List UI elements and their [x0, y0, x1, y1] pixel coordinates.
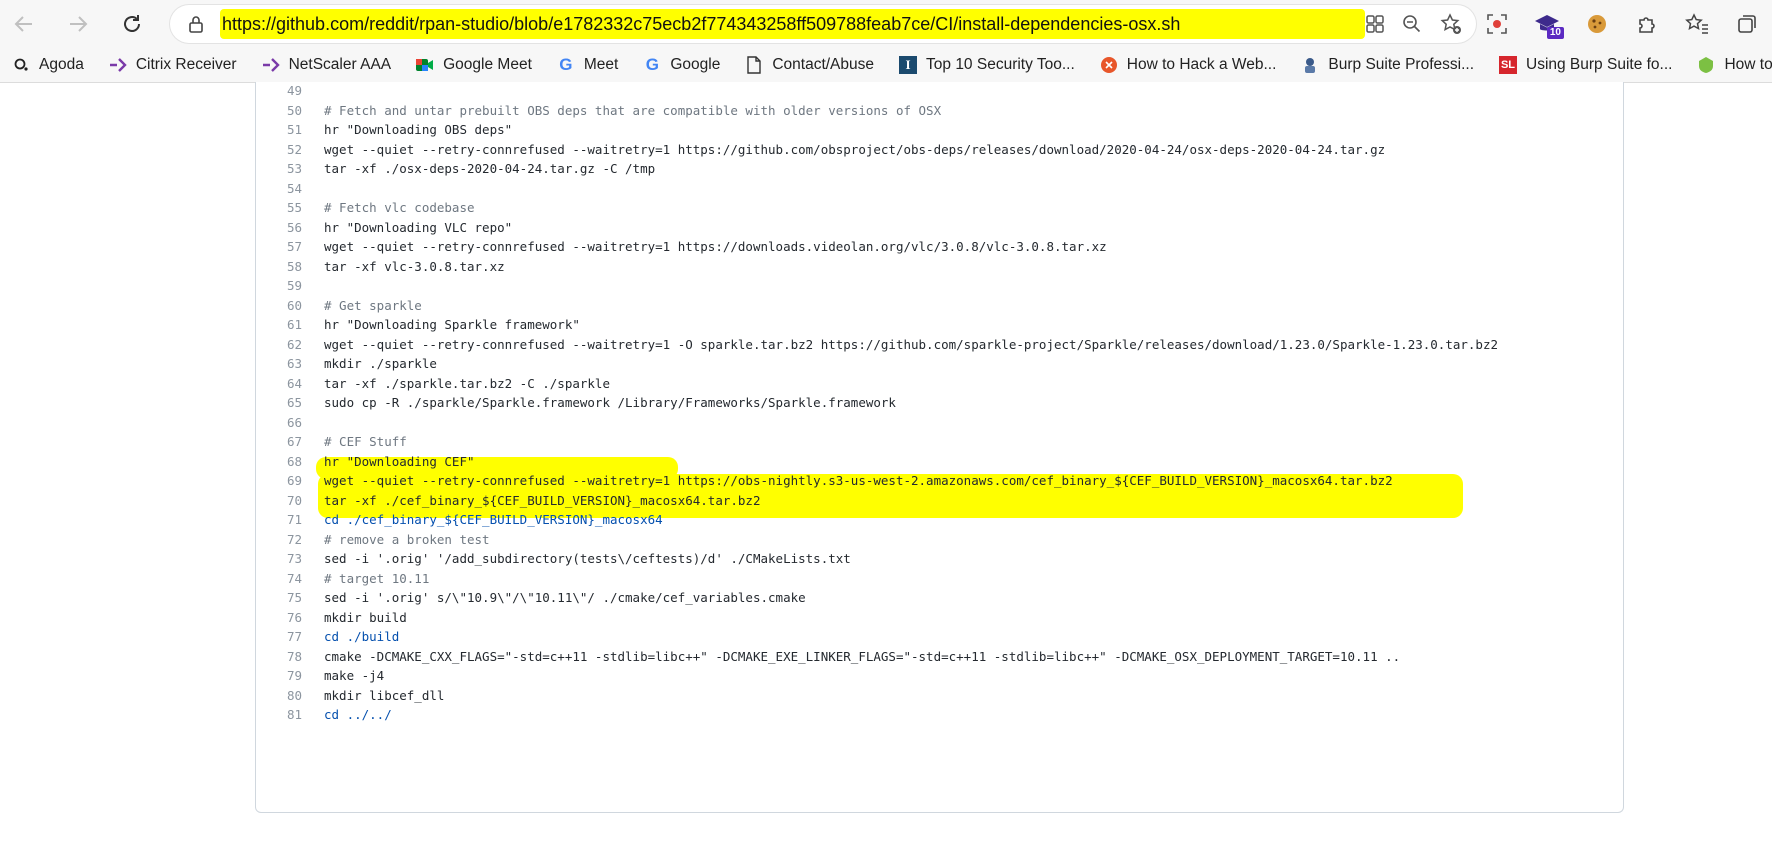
document-icon: [745, 56, 763, 74]
screen-capture-icon: [1487, 14, 1507, 34]
address-bar-actions: [1366, 5, 1462, 43]
bookmark-label: How to Create a Pe: [1724, 56, 1772, 73]
collections-button[interactable]: [1730, 7, 1764, 41]
agoda-icon: [12, 56, 30, 74]
reload-button[interactable]: [116, 8, 148, 40]
back-button[interactable]: [8, 8, 40, 40]
bookmark-using-burp[interactable]: SL Using Burp Suite fo...: [1487, 56, 1685, 74]
extension-graduation-button[interactable]: 10: [1530, 7, 1564, 41]
apps-icon[interactable]: [1366, 15, 1384, 33]
reload-icon: [124, 15, 140, 32]
bookmark-label: How to Hack a Web...: [1126, 56, 1277, 73]
code-viewer: 49 50 # Fetch and untar prebuilt OBS deps …: [255, 82, 1624, 813]
arrow-right-icon: [70, 16, 88, 32]
code-line: 81 cd ../../: [256, 704, 1623, 726]
code-text: cd ../../: [324, 707, 392, 722]
bookmark-label: NetScaler AAA: [288, 56, 392, 73]
web-hack-icon: [1100, 56, 1118, 74]
bookmark-google[interactable]: G Google: [631, 55, 733, 74]
bookmarks-bar: Agoda Citrix Receiver NetScaler AAA Goog…: [0, 48, 1772, 83]
bookmark-label: Burp Suite Professi...: [1328, 56, 1474, 73]
favorites-star-icon: [1685, 13, 1708, 34]
extensions-button[interactable]: [1630, 7, 1664, 41]
arrow-left-icon: [14, 16, 32, 32]
bookmark-how-to-create[interactable]: How to Create a Pe: [1685, 56, 1772, 74]
bookmark-how-to-hack[interactable]: How to Hack a Web...: [1088, 56, 1290, 74]
puzzle-icon: [1639, 17, 1655, 33]
cookie-extension-button[interactable]: [1580, 7, 1614, 41]
forward-button[interactable]: [62, 8, 94, 40]
cookie-icon: [1588, 15, 1606, 33]
browser-toolbar: https://github.com/reddit/rpan-studio/bl…: [0, 0, 1772, 48]
bookmark-meet[interactable]: G Meet: [545, 55, 631, 74]
google-icon: G: [645, 55, 659, 74]
netscaler-icon: [262, 56, 280, 74]
bookmark-label: Citrix Receiver: [135, 56, 237, 73]
line-number[interactable]: 81: [256, 704, 302, 726]
bookmark-burp-suite[interactable]: Burp Suite Professi...: [1289, 56, 1487, 74]
url-text[interactable]: https://github.com/reddit/rpan-studio/bl…: [222, 5, 1180, 43]
extension-badge: 10: [1546, 27, 1564, 39]
bookmark-google-meet[interactable]: Google Meet: [404, 56, 545, 74]
screen-capture-button[interactable]: [1480, 7, 1514, 41]
bookmark-label: Google: [670, 56, 721, 73]
bookmark-agoda[interactable]: Agoda: [0, 56, 97, 74]
collections-icon: [1738, 15, 1756, 33]
bookmark-label: Top 10 Security Too...: [926, 56, 1075, 73]
lock-icon: [189, 16, 203, 33]
bookmark-label: Contact/Abuse: [772, 56, 875, 73]
bookmark-label: Using Burp Suite fo...: [1526, 56, 1673, 73]
citrix-icon: [109, 56, 127, 74]
bookmark-label: Agoda: [39, 56, 84, 73]
bookmark-contact-abuse[interactable]: Contact/Abuse: [733, 56, 887, 74]
i-icon: I: [899, 56, 918, 74]
google-meet-icon: [416, 56, 434, 74]
bookmark-label: Google Meet: [443, 56, 532, 73]
toolbar-right: 10: [1480, 6, 1764, 42]
shield-icon: [1697, 56, 1715, 74]
zoom-out-icon[interactable]: [1402, 14, 1422, 34]
bookmark-netscaler-aaa[interactable]: NetScaler AAA: [250, 56, 405, 74]
address-bar[interactable]: https://github.com/reddit/rpan-studio/bl…: [170, 5, 1476, 43]
burp-icon: [1301, 56, 1319, 74]
favorites-button[interactable]: [1680, 7, 1714, 41]
sl-icon: SL: [1499, 56, 1517, 74]
bookmark-top-10-security[interactable]: I Top 10 Security Too...: [887, 56, 1088, 74]
bookmark-citrix-receiver[interactable]: Citrix Receiver: [97, 56, 250, 74]
bookmark-label: Meet: [583, 56, 619, 73]
add-favorite-icon[interactable]: [1440, 13, 1462, 35]
google-icon: G: [559, 55, 573, 74]
